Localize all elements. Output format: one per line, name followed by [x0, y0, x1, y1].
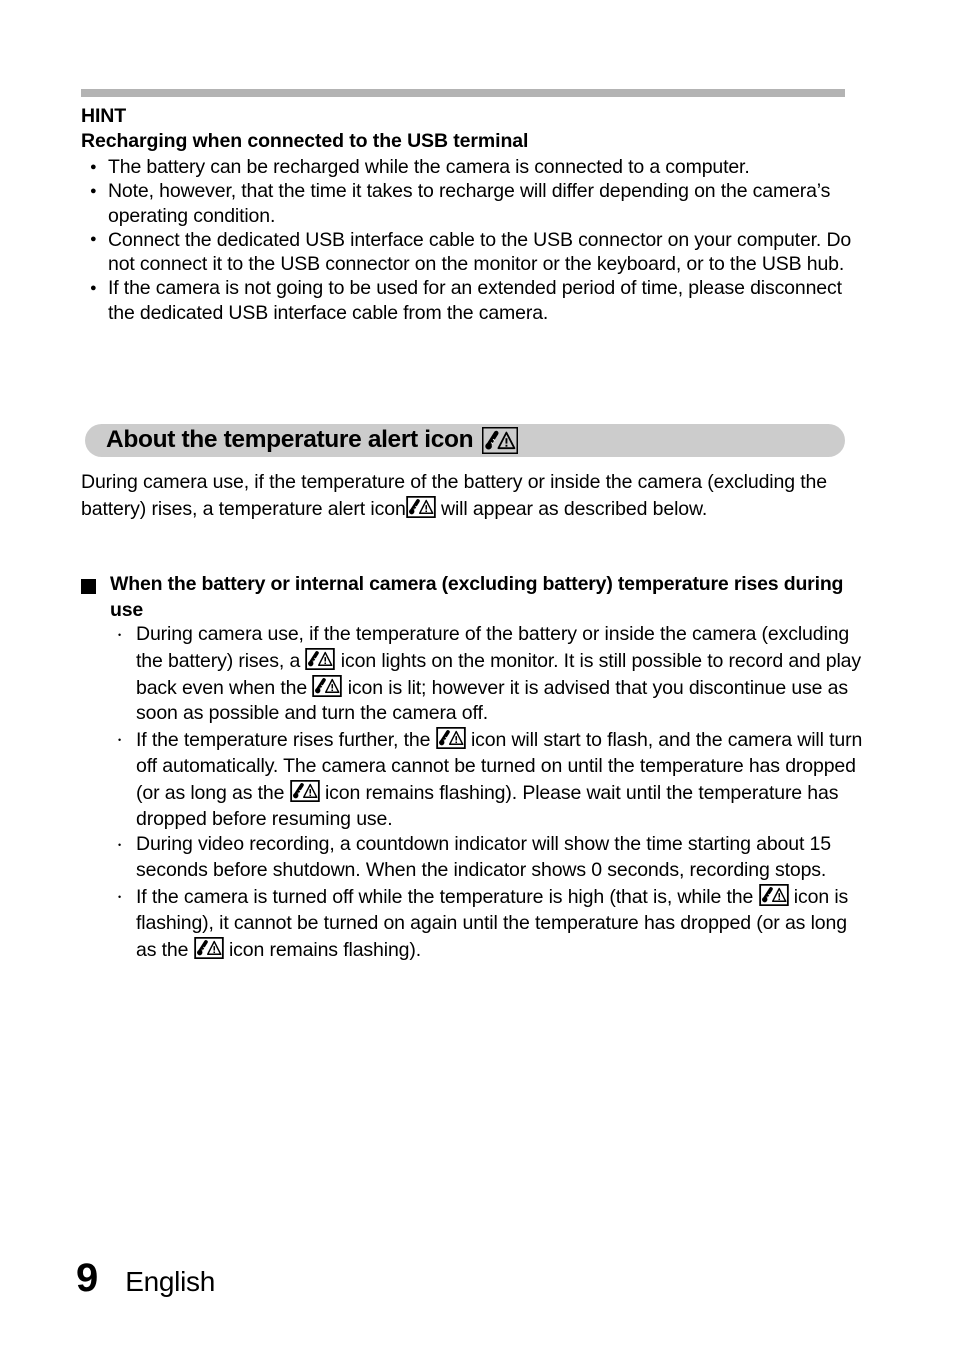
list-item: If the temperature rises further, the ic… [112, 727, 872, 832]
list-item: Note, however, that the time it takes to… [81, 179, 871, 228]
section-intro-paragraph: During camera use, if the temperature of… [81, 469, 881, 522]
page-footer: 9 English [76, 1258, 215, 1298]
manual-page: HINT Recharging when connected to the US… [0, 0, 954, 1345]
temperature-alert-icon [289, 779, 320, 802]
list-item: If the camera is not going to be used fo… [81, 276, 871, 325]
hint-bullet-list: The battery can be recharged while the c… [81, 154, 871, 325]
page-title: About the temperature alert icon [106, 426, 474, 454]
list-item: The battery can be recharged while the c… [81, 154, 871, 179]
section-heading-band: About the temperature alert icon [85, 424, 845, 457]
hint-block: HINT Recharging when connected to the US… [81, 104, 871, 325]
temperature-alert-icon [405, 495, 436, 518]
subsection-heading: When the battery or internal camera (exc… [81, 572, 871, 623]
temperature-alert-icon [193, 936, 224, 959]
intro-text-part2: will appear as described below. [441, 497, 708, 520]
list-item: During camera use, if the temperature of… [112, 622, 872, 727]
temperature-alert-icon [312, 674, 343, 697]
temperature-alert-icon [758, 883, 789, 906]
page-number: 9 [76, 1256, 98, 1300]
list-item: If the camera is turned off while the te… [112, 883, 872, 963]
subsection-bullet-list: During camera use, if the temperature of… [112, 622, 872, 963]
item-text-segment: If the temperature rises further, the [136, 729, 431, 752]
hint-title: HINT [81, 105, 127, 127]
temperature-alert-icon [435, 727, 466, 750]
list-item: During video recording, a countdown indi… [112, 832, 872, 884]
item-text-segment: icon remains flashing). [228, 938, 422, 961]
hint-subtitle: Recharging when connected to the USB ter… [81, 130, 529, 152]
item-text-segment: During video recording, a countdown indi… [136, 833, 831, 882]
temperature-alert-icon [305, 647, 336, 670]
page-language: English [125, 1266, 215, 1297]
list-item: Connect the dedicated USB interface cabl… [81, 227, 871, 277]
top-divider-rule [81, 89, 845, 97]
temperature-alert-icon [482, 427, 519, 454]
item-text-segment: If the camera is turned off while the te… [136, 885, 754, 908]
